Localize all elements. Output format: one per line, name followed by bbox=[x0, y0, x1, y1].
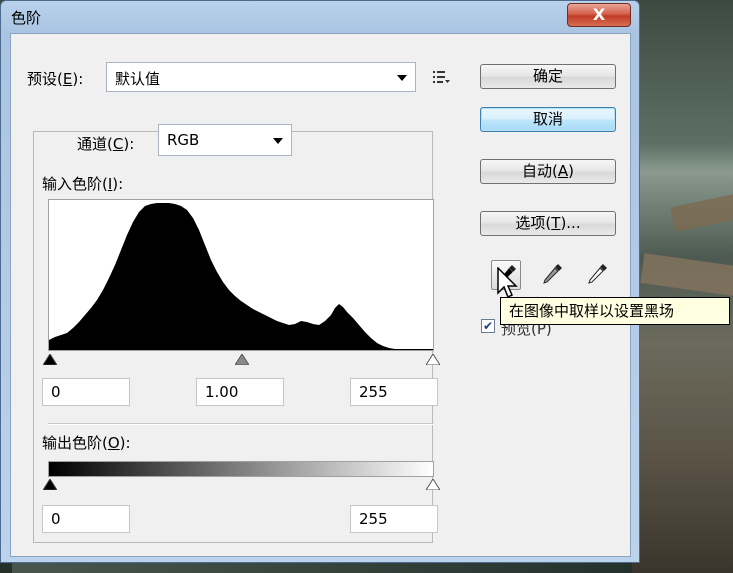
background-image-right bbox=[632, 0, 733, 573]
ok-button[interactable]: 确定 bbox=[480, 64, 616, 89]
white-point-slider[interactable] bbox=[426, 354, 440, 365]
channel-label-text: 通道( bbox=[77, 135, 113, 153]
preview-checkbox[interactable]: ✔ bbox=[481, 319, 495, 333]
close-button[interactable]: X bbox=[567, 3, 631, 27]
gamma-slider[interactable] bbox=[235, 354, 249, 365]
preset-dropdown[interactable]: 默认值 bbox=[106, 62, 416, 92]
preset-menu-icon[interactable] bbox=[433, 70, 451, 84]
options-button[interactable]: 选项(T)... bbox=[480, 211, 616, 236]
auto-button[interactable]: 自动(A) bbox=[480, 159, 616, 184]
output-white-slider[interactable] bbox=[426, 479, 440, 490]
channel-value: RGB bbox=[167, 131, 200, 149]
channel-label-suffix: ): bbox=[123, 135, 135, 153]
divider bbox=[48, 423, 434, 425]
tooltip: 在图像中取样以设置黑场 bbox=[500, 297, 730, 325]
black-point-slider[interactable] bbox=[43, 354, 57, 365]
white-eyedropper-button[interactable] bbox=[583, 260, 613, 290]
channel-label-key: C bbox=[112, 135, 124, 153]
output-levels-label: 输出色阶(O): bbox=[42, 432, 131, 453]
histogram-shape bbox=[49, 203, 433, 350]
output-black-field[interactable]: 0 bbox=[42, 505, 130, 533]
dialog-title: 色阶 bbox=[11, 9, 42, 27]
gray-eyedropper-icon bbox=[543, 264, 562, 284]
preset-label-suffix: ): bbox=[72, 70, 84, 88]
gray-eyedropper-button[interactable] bbox=[538, 260, 568, 290]
histogram-graph bbox=[49, 203, 433, 350]
check-icon: ✔ bbox=[482, 319, 494, 333]
input-levels-label-text: 输入色阶( bbox=[42, 175, 108, 193]
chevron-down-icon bbox=[273, 138, 283, 144]
input-gamma-field[interactable]: 1.00 bbox=[196, 378, 284, 406]
auto-button-suffix: ) bbox=[568, 162, 574, 180]
chevron-down-icon bbox=[397, 75, 407, 81]
levels-dialog: 色阶 X 预设(E): 默认值 通道(C): RGB 输入色阶(I): 0 1.… bbox=[0, 0, 640, 563]
background-beam bbox=[670, 192, 733, 233]
input-white-field[interactable]: 255 bbox=[350, 378, 438, 406]
preset-label-text: 预设( bbox=[27, 70, 63, 88]
histogram bbox=[48, 199, 434, 351]
options-button-text: 选项( bbox=[515, 214, 552, 232]
preset-value: 默认值 bbox=[115, 70, 161, 88]
auto-button-text: 自动( bbox=[522, 162, 558, 180]
input-levels-label: 输入色阶(I): bbox=[42, 173, 123, 194]
title-bar[interactable]: 色阶 X bbox=[1, 1, 639, 33]
white-eyedropper-icon bbox=[588, 264, 607, 284]
output-gradient-bar bbox=[48, 461, 434, 477]
output-black-slider[interactable] bbox=[43, 479, 57, 490]
dialog-client-area: 预设(E): 默认值 通道(C): RGB 输入色阶(I): 0 1.00 25… bbox=[10, 33, 631, 557]
channel-dropdown[interactable]: RGB bbox=[158, 124, 292, 156]
output-levels-label-key: O bbox=[107, 434, 120, 452]
preset-label: 预设(E): bbox=[27, 68, 83, 89]
cancel-button[interactable]: 取消 bbox=[480, 107, 616, 132]
background-beam bbox=[640, 253, 733, 297]
channel-label: 通道(C): bbox=[73, 133, 139, 154]
options-button-suffix: )... bbox=[560, 214, 581, 232]
output-white-field[interactable]: 255 bbox=[350, 505, 438, 533]
list-menu-icon bbox=[433, 71, 450, 83]
auto-button-key: A bbox=[557, 162, 569, 180]
preset-label-key: E bbox=[62, 70, 73, 88]
input-levels-label-suffix: ): bbox=[112, 175, 124, 193]
close-icon: X bbox=[592, 5, 606, 24]
mouse-cursor-icon bbox=[497, 267, 518, 299]
output-levels-label-suffix: ): bbox=[119, 434, 131, 452]
input-black-field[interactable]: 0 bbox=[42, 378, 130, 406]
output-levels-label-text: 输出色阶( bbox=[42, 434, 108, 452]
